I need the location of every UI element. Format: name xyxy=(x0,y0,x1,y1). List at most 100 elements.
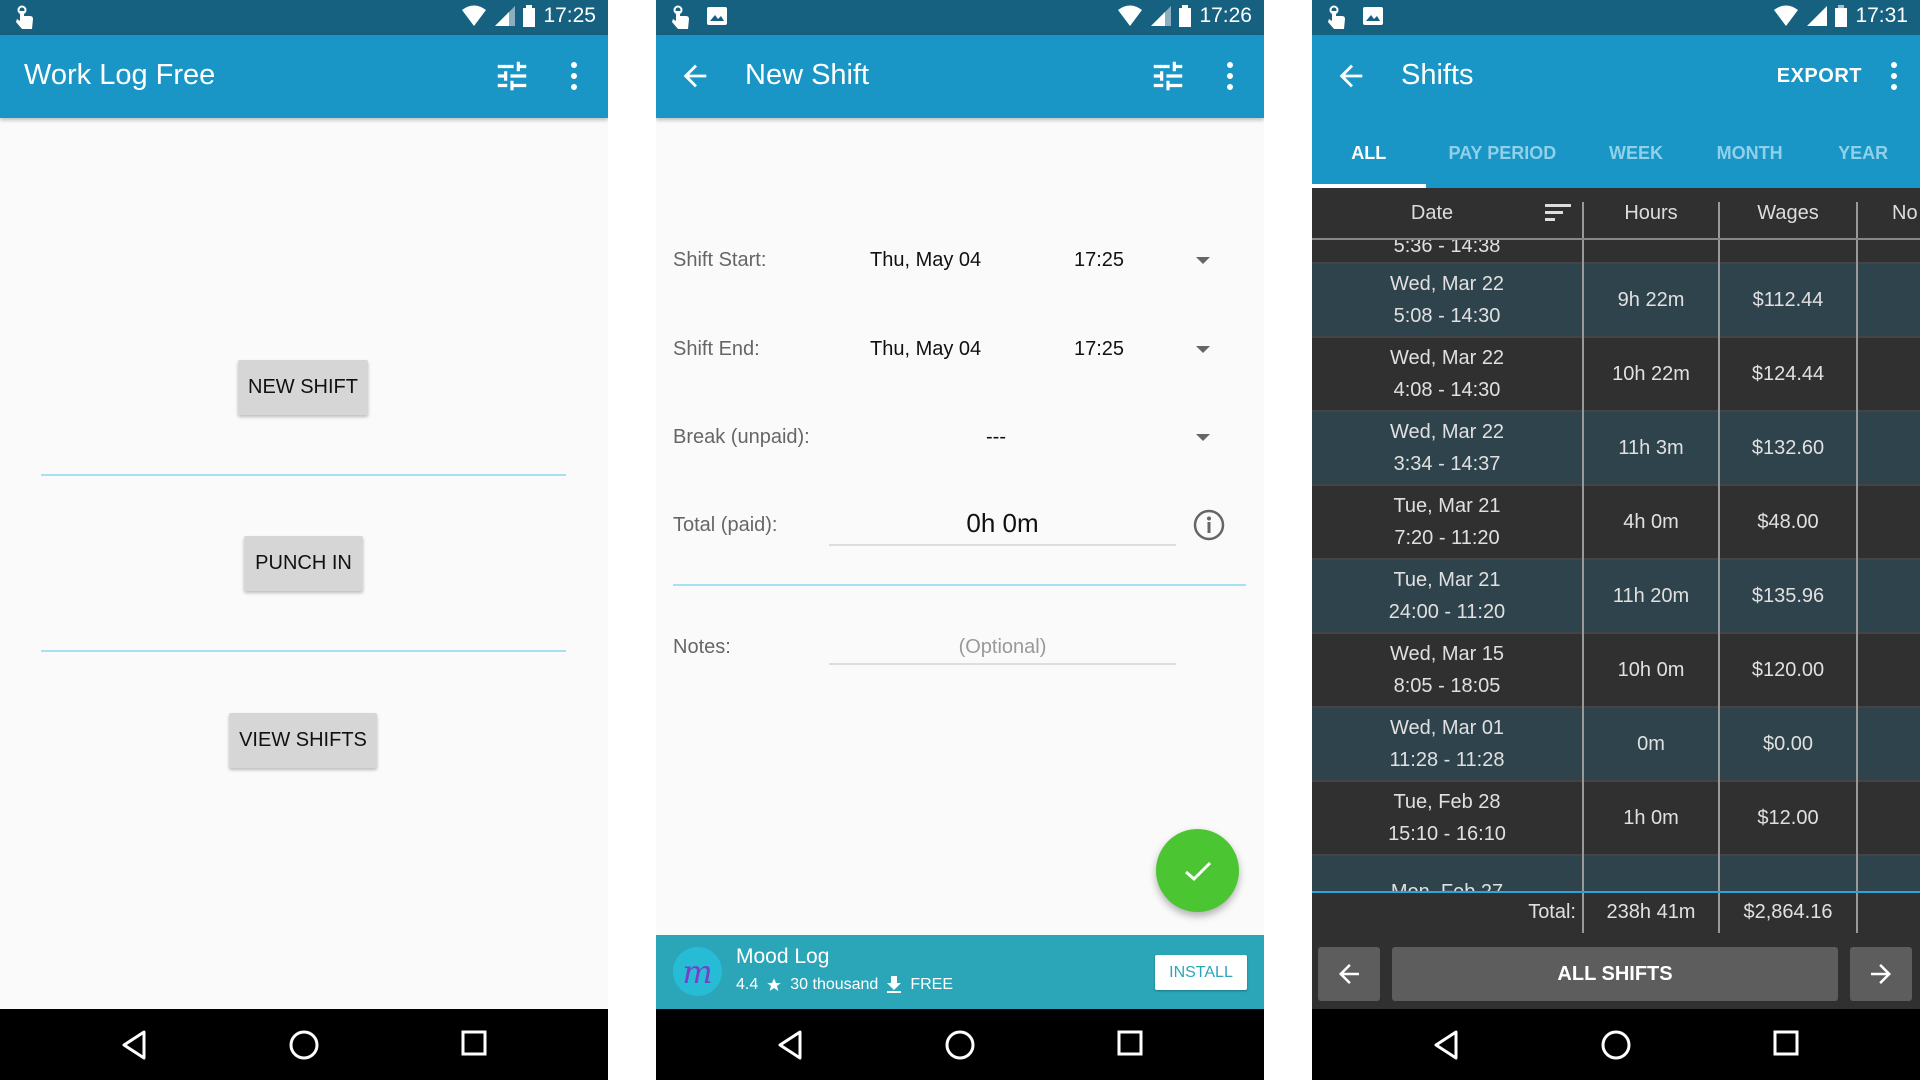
table-row[interactable]: Wed, Mar 22 5:08 - 14:30 9h 22m $112.44 xyxy=(1312,264,1920,338)
row-hours-cell: 10h 22m xyxy=(1584,338,1718,410)
save-fab-button[interactable] xyxy=(1156,829,1239,912)
previous-page-button[interactable] xyxy=(1318,947,1380,1001)
tune-icon[interactable] xyxy=(493,57,531,95)
nav-home-icon[interactable] xyxy=(944,1029,976,1061)
more-vert-icon[interactable] xyxy=(1888,57,1900,95)
total-value: 0h 0m xyxy=(966,508,1039,538)
screen-title: New Shift xyxy=(745,59,870,91)
shift-end-date[interactable]: Thu, May 04 xyxy=(870,338,981,361)
status-bar: 17:31 xyxy=(1312,0,1920,35)
table-row[interactable]: Wed, Mar 01 11:28 - 11:28 0m $0.00 xyxy=(1312,708,1920,782)
table-row[interactable]: Mon, Feb 2714m$2.76 xyxy=(1312,856,1920,893)
table-row[interactable]: Tue, Mar 21 7:20 - 11:20 4h 0m $48.00 xyxy=(1312,486,1920,560)
back-arrow-icon[interactable] xyxy=(1334,59,1368,93)
row-time: 24:00 - 11:20 xyxy=(1388,601,1506,623)
home-screen: 17:25 Work Log Free NEW SHIFT PUNCH IN V… xyxy=(0,0,608,1080)
row-time: 5:08 - 14:30 xyxy=(1393,305,1501,327)
row-hours-cell: 14m xyxy=(1584,856,1718,893)
row-hours-cell: 11h 20m xyxy=(1584,560,1718,632)
column-header-notes[interactable]: No xyxy=(1892,188,1920,238)
divider xyxy=(41,650,566,652)
row-date: Wed, Mar 22 xyxy=(1389,273,1505,295)
nav-recents-icon[interactable] xyxy=(1116,1029,1144,1059)
row-date-cell: Wed, Mar 15 8:05 - 18:05 xyxy=(1312,634,1582,706)
column-header-wages[interactable]: Wages xyxy=(1720,188,1856,238)
shift-start-dropdown-icon[interactable] xyxy=(1196,257,1210,264)
row-notes-cell xyxy=(1858,560,1920,632)
ad-app-logo: m xyxy=(673,947,722,996)
break-dropdown-icon[interactable] xyxy=(1196,434,1210,441)
new-shift-screen: 17:26 New Shift Shift Start: Thu, May 04… xyxy=(656,0,1264,1080)
signal-icon xyxy=(1151,6,1172,26)
table-bottom-border xyxy=(1312,891,1920,893)
view-shifts-button[interactable]: VIEW SHIFTS xyxy=(229,713,377,768)
arrow-left-icon xyxy=(1339,964,1359,984)
notes-input[interactable]: (Optional) xyxy=(829,636,1176,659)
nav-home-icon[interactable] xyxy=(1600,1029,1632,1061)
row-hours: 9h 22m xyxy=(1617,289,1685,311)
tab-all[interactable]: ALL xyxy=(1312,118,1426,188)
nav-home-icon[interactable] xyxy=(288,1029,320,1061)
row-hours: 4h 0m xyxy=(1623,511,1679,533)
ad-install-button[interactable]: INSTALL xyxy=(1155,955,1247,990)
shifts-table[interactable]: 5:36 - 14:38 Wed, Mar 22 5:08 - 14:30 9h 2… xyxy=(1312,240,1920,893)
table-row[interactable]: Tue, Mar 21 24:00 - 11:20 11h 20m $135.96 xyxy=(1312,560,1920,634)
tab-month[interactable]: MONTH xyxy=(1693,118,1807,188)
row-hours-cell: 10h 0m xyxy=(1584,634,1718,706)
new-shift-button[interactable]: NEW SHIFT xyxy=(238,360,368,415)
row-date: Tue, Feb 28 xyxy=(1393,791,1501,813)
table-row[interactable]: Tue, Feb 28 15:10 - 16:10 1h 0m $12.00 xyxy=(1312,782,1920,856)
row-wages-cell: $112.44 xyxy=(1720,264,1856,336)
touch-icon xyxy=(1328,5,1345,29)
column-header-hours[interactable]: Hours xyxy=(1584,188,1718,238)
tab-year[interactable]: YEAR xyxy=(1806,118,1920,188)
tune-icon[interactable] xyxy=(1149,57,1187,95)
punch-in-button[interactable]: PUNCH IN xyxy=(244,536,363,591)
nav-back-icon[interactable] xyxy=(120,1029,148,1061)
back-arrow-icon[interactable] xyxy=(678,59,712,93)
column-separator xyxy=(1856,893,1858,933)
row-hours: 10h 0m xyxy=(1617,659,1685,681)
row-hours: 11h 20m xyxy=(1612,585,1690,607)
more-vert-icon[interactable] xyxy=(1224,57,1236,95)
column-separator xyxy=(1856,240,1858,893)
shift-start-date[interactable]: Thu, May 04 xyxy=(870,249,981,272)
ad-app-name: Mood Log xyxy=(736,945,830,968)
table-row[interactable]: Wed, Mar 22 4:08 - 14:30 10h 22m $124.44 xyxy=(1312,338,1920,412)
shift-start-time[interactable]: 17:25 xyxy=(1074,249,1124,272)
info-icon[interactable] xyxy=(1192,508,1226,542)
battery-icon xyxy=(1179,5,1192,27)
nav-recents-icon[interactable] xyxy=(460,1029,488,1059)
row-date: Tue, Mar 21 xyxy=(1393,495,1501,517)
nav-recents-icon[interactable] xyxy=(1772,1029,1800,1059)
row-wages-cell: $132.60 xyxy=(1720,412,1856,484)
table-row[interactable]: Wed, Mar 15 8:05 - 18:05 10h 0m $120.00 xyxy=(1312,634,1920,708)
row-time: 11:28 - 11:28 xyxy=(1389,749,1505,771)
export-button[interactable]: EXPORT xyxy=(1777,65,1862,88)
tab-week[interactable]: WEEK xyxy=(1579,118,1693,188)
table-row[interactable]: 5:36 - 14:38 xyxy=(1312,240,1920,264)
next-page-button[interactable] xyxy=(1850,947,1912,1001)
sort-icon[interactable] xyxy=(1545,202,1573,224)
column-separator xyxy=(1856,202,1858,238)
column-header-date[interactable]: Date xyxy=(1312,188,1552,238)
nav-bar xyxy=(0,1009,608,1080)
check-icon xyxy=(1184,861,1211,881)
row-hours: 0m xyxy=(1637,733,1665,755)
row-wages-cell: $2.76 xyxy=(1720,856,1856,893)
break-value[interactable]: --- xyxy=(986,426,1006,449)
row-wages-cell: $48.00 xyxy=(1720,486,1856,558)
nav-back-icon[interactable] xyxy=(1432,1029,1460,1061)
row-time: 4:08 - 14:30 xyxy=(1393,379,1501,401)
table-row[interactable]: Wed, Mar 22 3:34 - 14:37 11h 3m $132.60 xyxy=(1312,412,1920,486)
ad-banner[interactable]: m Mood Log 4.4 30 thousand FREE INSTALL xyxy=(656,935,1264,1009)
nav-back-icon[interactable] xyxy=(776,1029,804,1061)
shift-end-time[interactable]: 17:25 xyxy=(1074,338,1124,361)
total-label: Total (paid): xyxy=(673,514,778,536)
shift-end-dropdown-icon[interactable] xyxy=(1196,346,1210,353)
row-wages-cell: $124.44 xyxy=(1720,338,1856,410)
more-vert-icon[interactable] xyxy=(568,57,580,95)
tab-pay-period[interactable]: PAY PERIOD xyxy=(1426,118,1580,188)
all-shifts-button[interactable]: ALL SHIFTS xyxy=(1392,947,1838,1001)
row-wages-cell: $120.00 xyxy=(1720,634,1856,706)
